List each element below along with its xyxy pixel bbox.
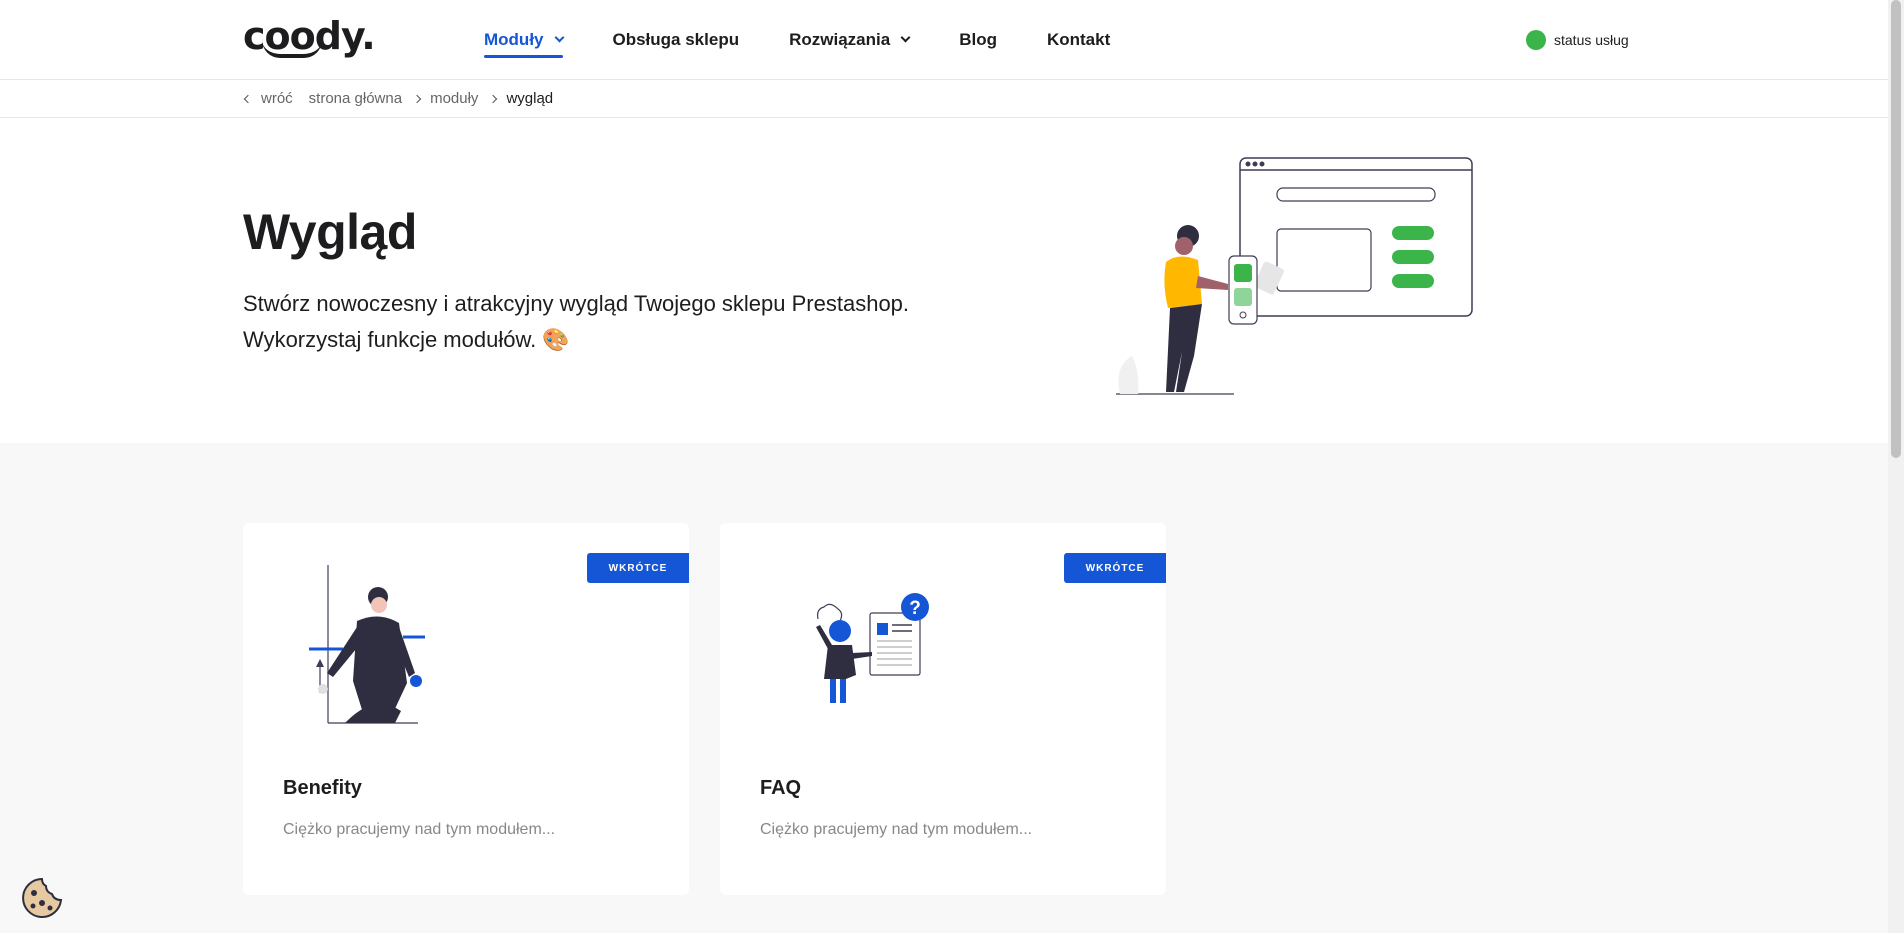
breadcrumb-current: wygląd [506, 90, 554, 107]
site-header: coody. Moduły Obsługa sklepu Rozwiązania… [0, 0, 1888, 80]
chevron-left-icon [243, 94, 253, 103]
faq-illustration: ? [816, 593, 929, 703]
card-title: Benefity [283, 777, 362, 799]
nav-item-rozwiazania[interactable]: Rozwiązania [789, 0, 911, 80]
nav-item-label: Rozwiązania [789, 30, 891, 49]
breadcrumb-back[interactable]: wróć [261, 90, 293, 107]
page-title: Wygląd [243, 204, 417, 260]
status-link[interactable]: status usług [1526, 30, 1629, 50]
scrollbar-thumb[interactable] [1891, 0, 1901, 458]
chevron-down-icon [554, 32, 564, 43]
card-description: Ciężko pracujemy nad tym modułem... [760, 821, 1033, 838]
coming-soon-badge: WKRÓTCE [587, 553, 689, 583]
nav-item-label: Kontakt [1046, 30, 1111, 49]
card-description: Ciężko pracujemy nad tym modułem... [283, 821, 556, 838]
nav-item-blog[interactable]: Blog [959, 0, 997, 80]
benefity-illustration [309, 565, 425, 724]
card-title: FAQ [760, 777, 802, 799]
chevron-right-icon [489, 94, 498, 103]
breadcrumb: wróć strona główna moduły wygląd [0, 80, 1888, 118]
module-card-benefity[interactable]: WKRÓTCE Benefity Ciężko pracujemy nad ty… [243, 523, 689, 895]
coming-soon-badge: WKRÓTCE [1064, 553, 1166, 583]
main-nav: Moduły Obsługa sklepu Rozwiązania Blog K… [484, 0, 1160, 80]
hero-illustration [1116, 157, 1473, 395]
page-scrollbar[interactable] [1888, 0, 1904, 933]
status-indicator-icon [1526, 30, 1546, 50]
nav-item-label: Obsługa sklepu [612, 30, 740, 49]
chevron-down-icon [900, 32, 911, 43]
hero-section: Wygląd Stwórz nowoczesny i atrakcyjny wy… [0, 118, 1888, 443]
nav-item-moduly[interactable]: Moduły [484, 0, 564, 80]
nav-item-label: Blog [959, 30, 997, 49]
nav-item-kontakt[interactable]: Kontakt [1047, 0, 1110, 80]
logo-smile [262, 40, 322, 58]
nav-item-label: Moduły [484, 30, 544, 49]
status-label: status usług [1554, 32, 1629, 48]
modules-section: WKRÓTCE Benefity Ciężko pracujemy nad ty… [0, 443, 1888, 933]
breadcrumb-home[interactable]: strona główna [309, 90, 402, 107]
nav-item-obsluga-sklepu[interactable]: Obsługa sklepu [613, 0, 740, 80]
svg-text:?: ? [909, 598, 921, 619]
page-description: Stwórz nowoczesny i atrakcyjny wygląd Tw… [243, 291, 910, 352]
cookie-icon[interactable] [20, 876, 64, 920]
chevron-right-icon [412, 94, 422, 103]
module-card-faq[interactable]: WKRÓTCE ? FAQ Ciężko pracujemy nad tym m… [720, 523, 1166, 895]
breadcrumb-modules[interactable]: moduły [430, 90, 478, 107]
